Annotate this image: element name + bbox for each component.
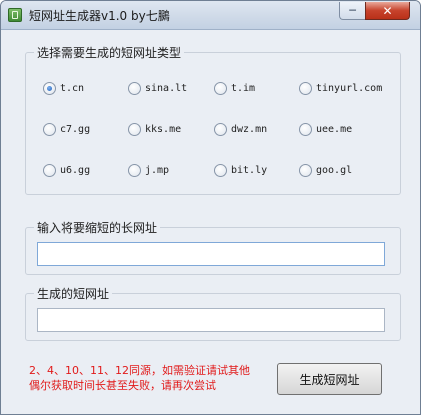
long-url-label: 输入将要缩短的长网址 bbox=[34, 219, 161, 236]
hint-note: 2、4、10、11、12同源，如需验证请试其他 偶尔获取时间长甚至失败，请再次尝… bbox=[29, 363, 274, 393]
radio-sina-lt[interactable]: sina.lt bbox=[128, 80, 187, 96]
radio-j-mp[interactable]: j.mp bbox=[128, 162, 169, 178]
long-url-input[interactable] bbox=[37, 242, 385, 266]
app-icon bbox=[8, 8, 22, 22]
radio-button-checked[interactable] bbox=[43, 81, 56, 95]
radio-u6-gg[interactable]: u6.gg bbox=[43, 162, 90, 178]
service-type-group: 选择需要生成的短网址类型 t.cn sina.lt t.im tinyurl.c… bbox=[25, 44, 401, 195]
radio-button[interactable] bbox=[214, 163, 227, 177]
radio-tinyurl-com[interactable]: tinyurl.com bbox=[299, 80, 382, 96]
minimize-icon: ─ bbox=[349, 4, 356, 17]
close-icon: ✕ bbox=[382, 3, 393, 18]
service-type-label: 选择需要生成的短网址类型 bbox=[34, 44, 185, 61]
radio-button[interactable] bbox=[299, 163, 312, 177]
radio-label: tinyurl.com bbox=[316, 82, 383, 94]
short-url-output[interactable] bbox=[37, 308, 385, 332]
radio-label: sina.lt bbox=[145, 82, 188, 94]
app-window: 短网址生成器v1.0 by七鵩 ─ ✕ 选择需要生成的短网址类型 t.cn si… bbox=[0, 0, 421, 415]
radio-button[interactable] bbox=[43, 122, 56, 136]
generate-short-url-button[interactable]: 生成短网址 bbox=[277, 363, 382, 395]
radio-button[interactable] bbox=[299, 122, 312, 136]
radio-button[interactable] bbox=[299, 81, 312, 95]
radio-label: t.cn bbox=[60, 82, 85, 94]
short-url-label: 生成的短网址 bbox=[34, 285, 113, 302]
radio-dwz-mn[interactable]: dwz.mn bbox=[214, 121, 267, 137]
radio-button[interactable] bbox=[128, 81, 141, 95]
radio-label: c7.gg bbox=[60, 123, 91, 135]
radio-label: uee.me bbox=[316, 123, 353, 135]
minimize-button[interactable]: ─ bbox=[339, 2, 365, 20]
radio-label: goo.gl bbox=[316, 164, 353, 176]
radio-label: t.im bbox=[231, 82, 256, 94]
radio-button[interactable] bbox=[214, 81, 227, 95]
radio-button[interactable] bbox=[128, 163, 141, 177]
hint-line-2: 偶尔获取时间长甚至失败，请再次尝试 bbox=[29, 379, 216, 392]
title-bar[interactable]: 短网址生成器v1.0 by七鵩 ─ ✕ bbox=[1, 1, 420, 30]
radio-label: kks.me bbox=[145, 123, 182, 135]
window-title: 短网址生成器v1.0 by七鵩 bbox=[29, 9, 170, 23]
radio-label: bit.ly bbox=[231, 164, 268, 176]
radio-kks-me[interactable]: kks.me bbox=[128, 121, 181, 137]
radio-button[interactable] bbox=[128, 122, 141, 136]
radio-button[interactable] bbox=[214, 122, 227, 136]
hint-line-1: 2、4、10、11、12同源，如需验证请试其他 bbox=[29, 364, 250, 377]
close-button[interactable]: ✕ bbox=[365, 2, 410, 20]
radio-c7-gg[interactable]: c7.gg bbox=[43, 121, 90, 137]
radio-t-cn[interactable]: t.cn bbox=[43, 80, 84, 96]
radio-button[interactable] bbox=[43, 163, 56, 177]
radio-label: u6.gg bbox=[60, 164, 91, 176]
radio-bit-ly[interactable]: bit.ly bbox=[214, 162, 267, 178]
radio-uee-me[interactable]: uee.me bbox=[299, 121, 352, 137]
radio-label: dwz.mn bbox=[231, 123, 268, 135]
radio-label: j.mp bbox=[145, 164, 170, 176]
radio-t-im[interactable]: t.im bbox=[214, 80, 255, 96]
radio-goo-gl[interactable]: goo.gl bbox=[299, 162, 352, 178]
